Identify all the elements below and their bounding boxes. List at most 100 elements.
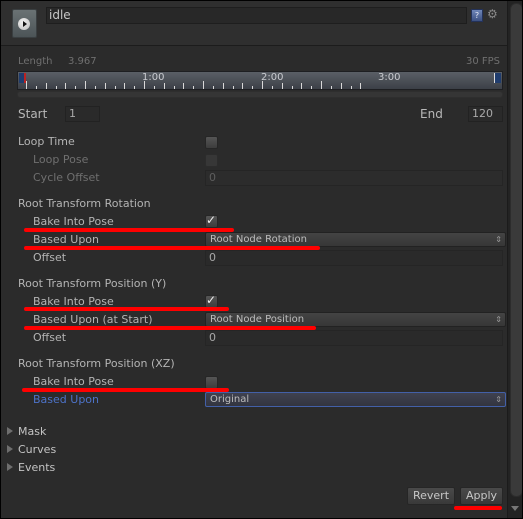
timeline-tick bbox=[341, 83, 342, 89]
root-position-y-offset-field[interactable]: 0 bbox=[205, 330, 503, 346]
root-rotation-bake-checkbox[interactable]: ✓ bbox=[205, 213, 218, 228]
foldout-curves[interactable]: Curves bbox=[7, 443, 56, 456]
timeline-tick bbox=[331, 86, 332, 89]
foldout-mask[interactable]: Mask bbox=[7, 425, 46, 438]
timeline-tick bbox=[164, 83, 165, 89]
dropdown-value: Original bbox=[210, 394, 250, 405]
root-position-xz-based-upon-label: Based Upon bbox=[33, 393, 99, 406]
range-slider[interactable] bbox=[17, 91, 503, 98]
clip-header: idle ? ⚙ bbox=[1, 1, 507, 46]
timeline-tick bbox=[360, 83, 361, 89]
timeline-tick bbox=[282, 83, 283, 89]
root-position-y-based-upon-label: Based Upon (at Start) bbox=[33, 313, 153, 326]
loop-time-label: Loop Time bbox=[18, 135, 75, 148]
timeline-tick bbox=[174, 86, 175, 89]
timeline-tick bbox=[193, 86, 194, 89]
annotation-underline bbox=[24, 228, 234, 232]
apply-button[interactable]: Apply bbox=[460, 487, 503, 505]
loop-time-checkbox[interactable] bbox=[205, 136, 218, 149]
timeline-tick bbox=[154, 86, 155, 89]
annotation-underline bbox=[454, 506, 502, 510]
foldout-label: Curves bbox=[18, 443, 57, 456]
start-field[interactable]: 1 bbox=[65, 106, 100, 122]
timeline-tick bbox=[26, 81, 27, 89]
timeline-tick bbox=[321, 81, 322, 89]
timeline-tick bbox=[75, 86, 76, 89]
timeline-ruler[interactable]: 1:00 2:00 3:00 bbox=[17, 71, 503, 90]
vertical-scrollbar[interactable] bbox=[507, 1, 522, 518]
play-icon bbox=[18, 18, 30, 30]
timeline-tick bbox=[262, 81, 263, 89]
expand-arrow-icon bbox=[7, 445, 13, 453]
timeline-tick bbox=[105, 83, 106, 89]
check-icon: ✓ bbox=[206, 213, 217, 227]
end-label: End bbox=[420, 107, 443, 121]
root-position-y-title: Root Transform Position (Y) bbox=[18, 277, 167, 290]
gear-icon[interactable]: ⚙ bbox=[487, 7, 498, 21]
annotation-underline bbox=[24, 307, 229, 311]
timeline-tick bbox=[85, 81, 86, 89]
timeline-tick bbox=[134, 86, 135, 89]
scroll-down-arrow-icon[interactable] bbox=[511, 506, 519, 511]
scrollbar-thumb[interactable] bbox=[510, 3, 522, 497]
timeline-tick bbox=[223, 83, 224, 89]
timeline-tick bbox=[311, 86, 312, 89]
start-marker[interactable] bbox=[19, 73, 26, 83]
tick-label-1: 1:00 bbox=[142, 72, 165, 83]
timeline-tick bbox=[292, 86, 293, 89]
dropdown-arrows-icon: ⇕ bbox=[495, 395, 502, 404]
check-icon: ✓ bbox=[206, 293, 217, 307]
animation-clip-inspector: idle ? ⚙ Length 3.967 30 FPS 1:00 2:00 3… bbox=[1, 1, 522, 518]
loop-pose-checkbox[interactable] bbox=[205, 154, 218, 167]
fps-label: 30 FPS bbox=[466, 56, 501, 67]
timeline-tick bbox=[36, 86, 37, 89]
root-position-xz-based-upon-dropdown[interactable]: Original ⇕ bbox=[205, 392, 506, 407]
root-rotation-title: Root Transform Rotation bbox=[18, 197, 151, 210]
timeline-tick bbox=[272, 86, 273, 89]
timeline-tick bbox=[124, 83, 125, 89]
tick-label-3: 3:00 bbox=[378, 72, 401, 83]
dropdown-value: Root Node Rotation bbox=[210, 234, 307, 245]
end-field[interactable]: 120 bbox=[468, 106, 503, 122]
root-rotation-based-upon-dropdown[interactable]: Root Node Rotation ⇕ bbox=[205, 232, 506, 247]
timeline-tick bbox=[183, 83, 184, 89]
timeline-tick bbox=[242, 83, 243, 89]
clip-name-field[interactable]: idle bbox=[46, 7, 467, 24]
root-rotation-bake-label: Bake Into Pose bbox=[33, 215, 114, 228]
timeline-tick bbox=[233, 86, 234, 89]
help-icon[interactable]: ? bbox=[471, 9, 483, 22]
root-position-y-based-upon-dropdown[interactable]: Root Node Position ⇕ bbox=[205, 312, 506, 327]
foldout-label: Events bbox=[18, 461, 56, 474]
timeline-tick bbox=[95, 86, 96, 89]
timeline-tick bbox=[252, 86, 253, 89]
timeline-tick bbox=[351, 86, 352, 89]
timeline-tick bbox=[56, 86, 57, 89]
expand-arrow-icon bbox=[7, 427, 13, 435]
timeline-tick bbox=[301, 83, 302, 89]
timeline-tick bbox=[144, 81, 145, 89]
root-rotation-offset-label: Offset bbox=[33, 251, 67, 264]
tick-label-2: 2:00 bbox=[261, 72, 284, 83]
play-button[interactable] bbox=[12, 9, 37, 38]
root-position-xz-title: Root Transform Position (XZ) bbox=[18, 357, 175, 370]
length-label: Length bbox=[18, 56, 53, 67]
loop-pose-label: Loop Pose bbox=[33, 153, 89, 166]
cycle-offset-field[interactable]: 0 bbox=[205, 170, 503, 186]
cycle-offset-label: Cycle Offset bbox=[33, 171, 100, 184]
length-value: 3.967 bbox=[68, 56, 97, 67]
revert-button[interactable]: Revert bbox=[407, 487, 455, 505]
dropdown-arrows-icon: ⇕ bbox=[495, 315, 502, 324]
dropdown-arrows-icon: ⇕ bbox=[495, 235, 502, 244]
timeline-tick bbox=[65, 83, 66, 89]
foldout-label: Mask bbox=[18, 425, 47, 438]
end-marker[interactable] bbox=[494, 73, 501, 83]
start-label: Start bbox=[18, 107, 48, 121]
timeline-tick bbox=[203, 81, 204, 89]
annotation-underline bbox=[22, 388, 229, 392]
expand-arrow-icon bbox=[7, 463, 13, 471]
foldout-events[interactable]: Events bbox=[7, 461, 55, 474]
dropdown-value: Root Node Position bbox=[210, 314, 305, 325]
timeline-tick bbox=[213, 86, 214, 89]
root-rotation-offset-field[interactable]: 0 bbox=[205, 250, 503, 266]
timeline-tick bbox=[115, 86, 116, 89]
